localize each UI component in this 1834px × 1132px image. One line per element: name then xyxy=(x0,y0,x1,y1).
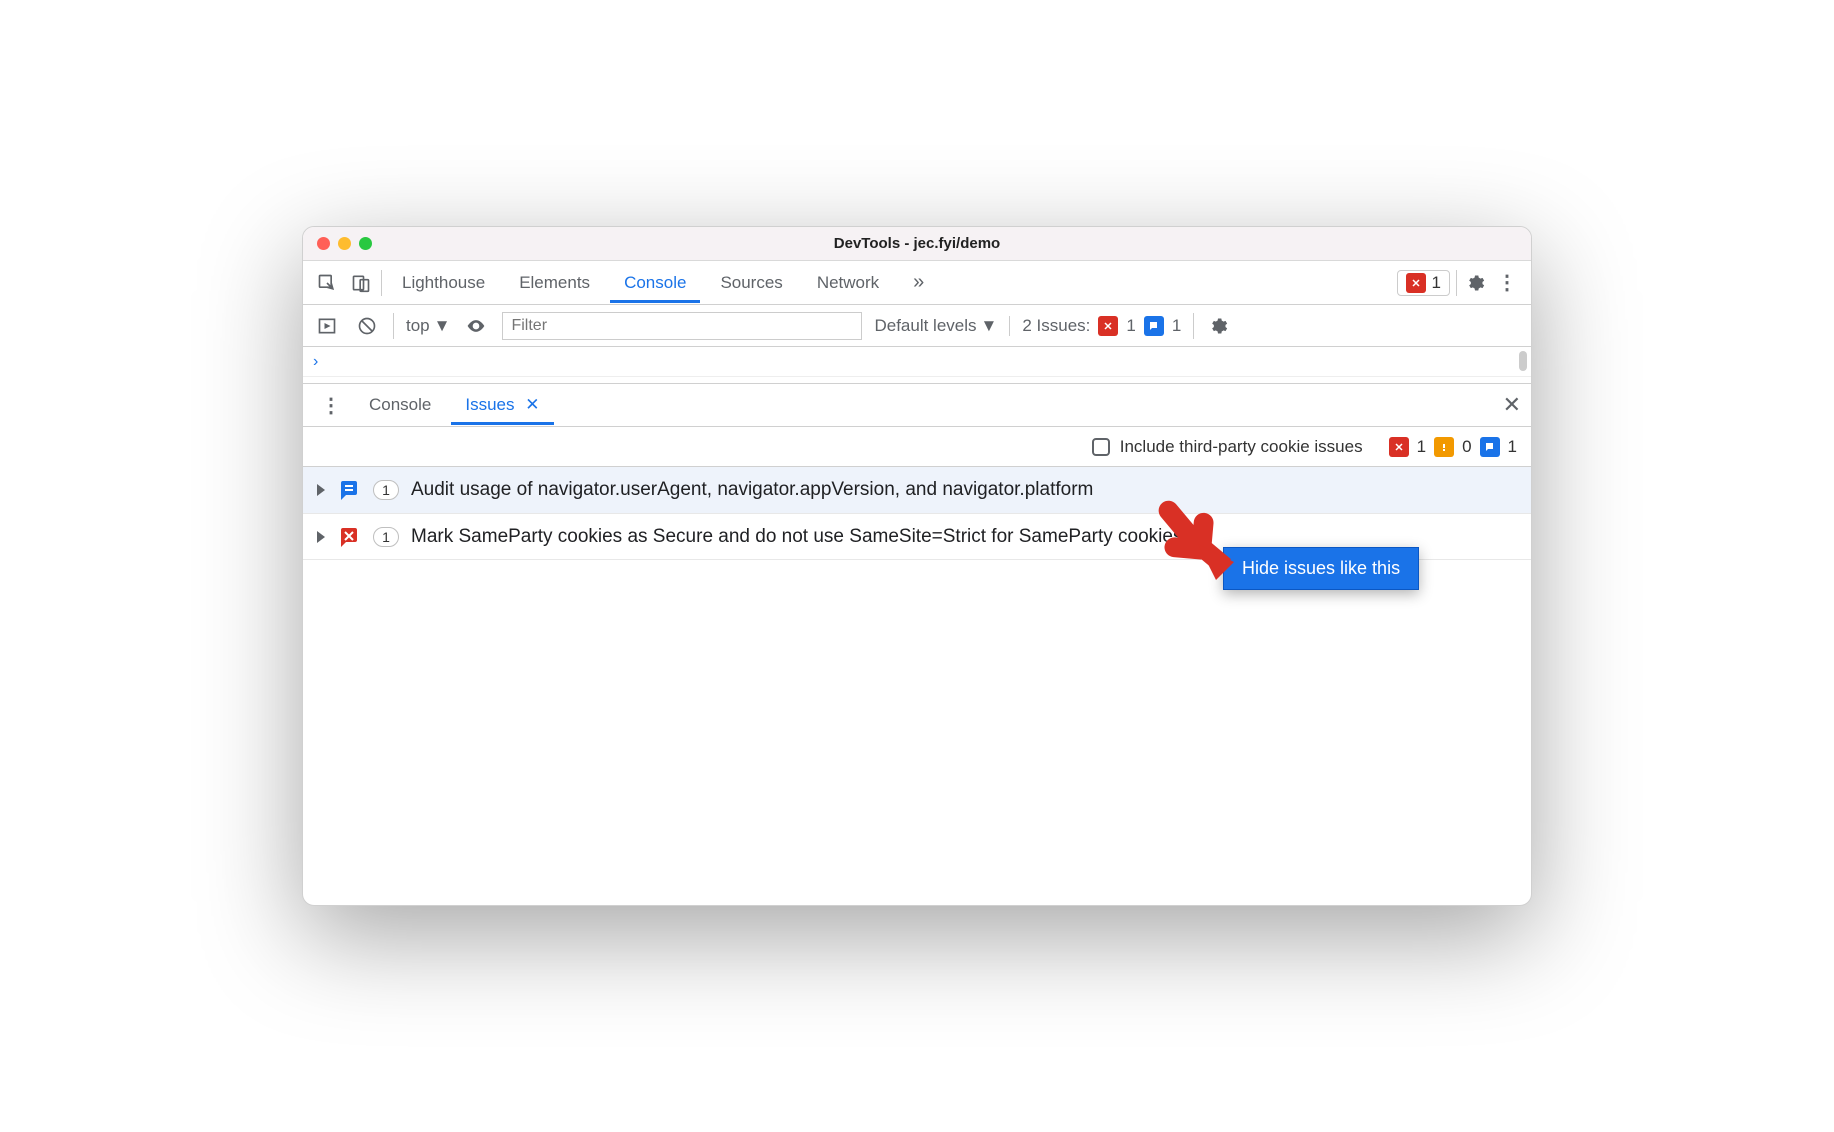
inspect-element-icon[interactable] xyxy=(313,269,341,297)
error-issue-icon xyxy=(337,525,361,549)
error-count: 1 xyxy=(1417,437,1426,457)
divider xyxy=(1456,270,1457,296)
close-drawer-icon[interactable]: ✕ xyxy=(1503,392,1521,418)
third-party-checkbox[interactable] xyxy=(1092,438,1110,456)
more-options-icon[interactable]: ⋮ xyxy=(1493,269,1521,297)
live-expression-icon[interactable] xyxy=(462,312,490,340)
issue-title: Audit usage of navigator.userAgent, navi… xyxy=(411,477,1517,503)
issues-info-count: 1 xyxy=(1172,316,1181,336)
issues-label: 2 Issues: xyxy=(1022,316,1090,336)
chevron-down-icon: ▼ xyxy=(981,316,998,336)
issues-toolbar: Include third-party cookie issues 1 0 1 xyxy=(303,427,1531,467)
divider xyxy=(1193,313,1194,339)
tab-sources[interactable]: Sources xyxy=(706,263,796,303)
error-icon xyxy=(1098,316,1118,336)
third-party-label: Include third-party cookie issues xyxy=(1120,437,1363,457)
issue-title: Mark SameParty cookies as Secure and do … xyxy=(411,524,1517,550)
tab-lighthouse[interactable]: Lighthouse xyxy=(388,263,499,303)
issue-row[interactable]: 1 Audit usage of navigator.userAgent, na… xyxy=(303,467,1531,514)
issues-error-count: 1 xyxy=(1126,316,1135,336)
maximize-window-button[interactable] xyxy=(359,237,372,250)
info-icon xyxy=(1480,437,1500,457)
main-tabs: Lighthouse Elements Console Sources Netw… xyxy=(303,261,1531,305)
info-issue-icon xyxy=(337,478,361,502)
error-count: 1 xyxy=(1432,273,1441,293)
divider xyxy=(393,313,394,339)
device-toolbar-icon[interactable] xyxy=(347,269,375,297)
issue-count-badge: 1 xyxy=(373,527,399,547)
info-icon xyxy=(1144,316,1164,336)
drawer-more-icon[interactable]: ⋮ xyxy=(313,393,349,418)
error-count-pill[interactable]: 1 xyxy=(1397,270,1450,296)
console-prompt[interactable]: › xyxy=(303,347,1531,377)
info-count: 1 xyxy=(1508,437,1517,457)
console-settings-icon[interactable] xyxy=(1206,314,1230,338)
log-levels-selector[interactable]: Default levels ▼ xyxy=(874,316,997,336)
drawer-tabs: ⋮ Console Issues ✕ ✕ xyxy=(303,383,1531,427)
filter-input[interactable] xyxy=(502,312,862,340)
window-controls xyxy=(317,237,372,250)
more-tabs-button[interactable]: » xyxy=(899,261,938,304)
issues-summary[interactable]: 2 Issues: 1 1 xyxy=(1009,316,1181,336)
close-window-button[interactable] xyxy=(317,237,330,250)
error-icon xyxy=(1406,273,1426,293)
warning-icon xyxy=(1434,437,1454,457)
settings-icon[interactable] xyxy=(1463,271,1487,295)
chevron-down-icon: ▼ xyxy=(434,316,451,336)
drawer-tab-console[interactable]: Console xyxy=(355,385,445,425)
drawer-tab-issues-label: Issues xyxy=(465,395,514,414)
prompt-glyph: › xyxy=(313,353,318,370)
expand-icon[interactable] xyxy=(317,484,325,496)
tab-network[interactable]: Network xyxy=(803,263,893,303)
tab-console[interactable]: Console xyxy=(610,263,700,303)
context-selector[interactable]: top ▼ xyxy=(406,316,450,336)
console-toolbar: top ▼ Default levels ▼ 2 Issues: 1 1 xyxy=(303,305,1531,347)
context-label: top xyxy=(406,316,430,336)
annotation-arrow-icon xyxy=(1153,499,1243,594)
levels-label: Default levels xyxy=(874,316,976,336)
clear-console-icon[interactable] xyxy=(353,312,381,340)
error-icon xyxy=(1389,437,1409,457)
tab-elements[interactable]: Elements xyxy=(505,263,604,303)
toggle-sidebar-icon[interactable] xyxy=(313,312,341,340)
divider xyxy=(381,270,382,296)
drawer-tab-issues[interactable]: Issues ✕ xyxy=(451,385,553,425)
devtools-window: DevTools - jec.fyi/demo Lighthouse Eleme… xyxy=(302,226,1532,906)
expand-icon[interactable] xyxy=(317,531,325,543)
close-tab-icon[interactable]: ✕ xyxy=(525,395,539,414)
minimize-window-button[interactable] xyxy=(338,237,351,250)
window-title: DevTools - jec.fyi/demo xyxy=(303,235,1531,252)
issue-count-badge: 1 xyxy=(373,480,399,500)
issue-counts: 1 0 1 xyxy=(1389,437,1517,457)
context-menu-item-hide[interactable]: Hide issues like this xyxy=(1223,547,1419,590)
warning-count: 0 xyxy=(1462,437,1471,457)
titlebar: DevTools - jec.fyi/demo xyxy=(303,227,1531,261)
